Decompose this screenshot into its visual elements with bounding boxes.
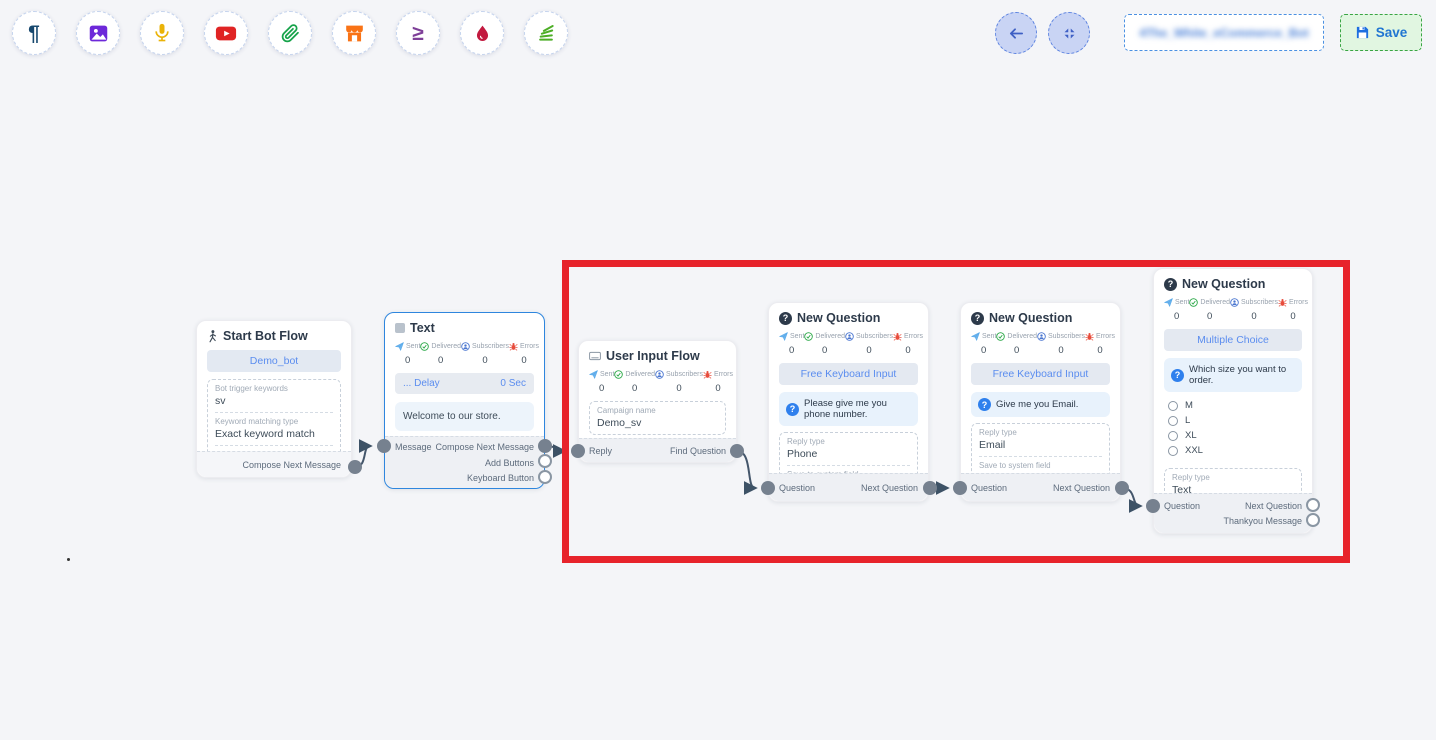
start-fields[interactable]: Bot trigger keywords sv Keyword matching…	[207, 379, 341, 451]
page-bottom-strip	[0, 740, 1436, 748]
add-video-button[interactable]	[204, 11, 248, 55]
output-compose-next-message: Compose Next Message	[435, 442, 534, 452]
field-bot-trigger-keywords[interactable]: Bot trigger keywords sv	[215, 380, 333, 413]
node-stats: Sent 0 Delivered 0 Subscribers	[395, 342, 534, 366]
errors-icon	[509, 342, 518, 351]
red-highlight-rectangle	[562, 260, 1350, 563]
delay-setting[interactable]: ... Delay 0 Sec	[395, 373, 534, 394]
save-label: Save	[1376, 25, 1408, 40]
arrow-left-icon	[1008, 25, 1025, 42]
flow-name-input[interactable]: 4The_White_eCommerce_Bot	[1124, 14, 1324, 51]
add-ecommerce-button[interactable]	[332, 11, 376, 55]
connection-start-to-text	[355, 446, 370, 467]
subscribers-icon	[461, 342, 470, 351]
bot-name-button[interactable]: Demo_bot	[207, 350, 341, 372]
field-keyword-matching-type[interactable]: Keyword matching type Exact keyword matc…	[215, 413, 333, 446]
compress-icon	[1062, 26, 1077, 41]
add-text-button[interactable]: ¶	[12, 11, 56, 55]
add-file-button[interactable]	[268, 11, 312, 55]
output-compose-next-message: Compose Next Message	[242, 460, 341, 470]
output-keyboard-button: Keyboard Button	[467, 473, 534, 483]
droplet-icon	[473, 24, 492, 43]
youtube-icon	[215, 22, 237, 44]
add-condition-button[interactable]: ≥	[396, 11, 440, 55]
add-image-button[interactable]	[76, 11, 120, 55]
save-button[interactable]: Save	[1340, 14, 1422, 51]
back-button[interactable]	[995, 12, 1037, 54]
node-start-bot-flow[interactable]: Start Bot Flow Demo_bot Bot trigger keyw…	[196, 320, 352, 478]
sent-icon	[395, 342, 404, 351]
microphone-icon	[152, 23, 172, 43]
delivered-icon	[420, 342, 429, 351]
node-footer: Compose Next Message	[197, 451, 351, 477]
add-sequence-button[interactable]	[524, 11, 568, 55]
fit-view-button[interactable]	[1048, 12, 1090, 54]
save-icon	[1355, 25, 1370, 40]
flow-builder-canvas[interactable]: ¶ ≥	[0, 0, 1436, 748]
node-title: Text	[410, 321, 435, 335]
stack-icon	[536, 23, 556, 43]
node-title: Start Bot Flow	[223, 329, 308, 343]
add-audio-button[interactable]	[140, 11, 184, 55]
flow-name-blurred-text: 4The_White_eCommerce_Bot	[1139, 26, 1308, 40]
text-block-icon	[395, 323, 405, 333]
walking-person-icon	[207, 330, 218, 343]
stray-dot	[67, 558, 70, 561]
store-icon	[344, 23, 365, 44]
node-footer: Message Compose Next Message Add Buttons…	[385, 436, 544, 488]
input-message: Message	[395, 442, 432, 452]
image-icon	[88, 23, 109, 44]
greater-equal-icon: ≥	[412, 23, 424, 44]
output-add-buttons: Add Buttons	[485, 458, 534, 468]
paragraph-icon: ¶	[28, 23, 40, 44]
add-drip-button[interactable]	[460, 11, 504, 55]
message-text[interactable]: Welcome to our store.	[395, 402, 534, 431]
node-text[interactable]: Text Sent 0 Delivered 0	[384, 312, 545, 489]
paperclip-icon	[281, 24, 300, 43]
